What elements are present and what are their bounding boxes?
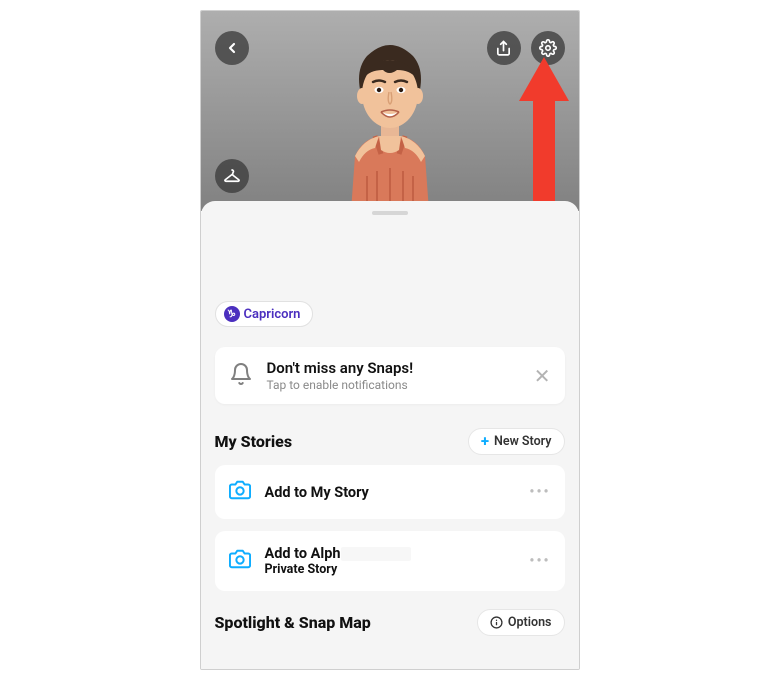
gear-icon [539, 39, 557, 57]
user-info-block [215, 223, 565, 301]
outfit-button[interactable] [215, 159, 249, 193]
story-item-private[interactable]: Add to Alph Private Story ••• [215, 531, 565, 591]
options-label: Options [508, 615, 552, 630]
my-stories-title: My Stories [215, 432, 293, 451]
capricorn-icon: ♑︎ [224, 306, 240, 322]
profile-header [201, 11, 579, 211]
spotlight-title: Spotlight & Snap Map [215, 613, 371, 632]
camera-icon [229, 479, 251, 505]
chevron-left-icon [224, 40, 240, 56]
spotlight-options-button[interactable]: Options [477, 609, 565, 636]
notification-subtitle: Tap to enable notifications [267, 378, 414, 392]
zodiac-label: Capricorn [244, 307, 301, 322]
notification-close-button[interactable]: ✕ [534, 364, 551, 388]
redacted-text [341, 547, 411, 561]
story-item-text: Add to Alph Private Story [265, 545, 411, 577]
story-item-text: Add to My Story [265, 484, 369, 501]
story-item-more-button[interactable]: ••• [529, 484, 550, 500]
notification-text: Don't miss any Snaps! Tap to enable noti… [267, 359, 414, 392]
new-story-button[interactable]: + New Story [468, 428, 565, 455]
story-item-sublabel: Private Story [265, 562, 411, 577]
annotation-arrow-icon [519, 57, 569, 207]
plus-icon: + [481, 434, 489, 449]
story-item-my-story[interactable]: Add to My Story ••• [215, 465, 565, 519]
notification-title: Don't miss any Snaps! [267, 359, 414, 377]
share-button[interactable] [487, 31, 521, 65]
story-item-more-button[interactable]: ••• [529, 553, 550, 569]
phone-frame: ♑︎ Capricorn Don't miss any Snaps! Tap t… [200, 10, 580, 670]
share-icon [495, 40, 512, 57]
bell-icon [229, 362, 253, 390]
story-item-label: Add to Alph [265, 545, 411, 562]
camera-icon [229, 548, 251, 574]
back-button[interactable] [215, 31, 249, 65]
sheet-grabber[interactable] [372, 211, 408, 215]
info-icon [490, 616, 503, 629]
zodiac-badge[interactable]: ♑︎ Capricorn [215, 301, 314, 327]
spotlight-header: Spotlight & Snap Map Options [215, 609, 565, 636]
profile-sheet: ♑︎ Capricorn Don't miss any Snaps! Tap t… [201, 201, 579, 669]
new-story-label: New Story [494, 434, 551, 449]
hanger-icon [223, 167, 241, 185]
bitmoji-avatar[interactable] [310, 29, 470, 211]
notification-card[interactable]: Don't miss any Snaps! Tap to enable noti… [215, 347, 565, 404]
avatar-icon [315, 26, 465, 211]
my-stories-header: My Stories + New Story [215, 428, 565, 455]
story-item-label: Add to My Story [265, 484, 369, 501]
settings-button[interactable] [531, 31, 565, 65]
